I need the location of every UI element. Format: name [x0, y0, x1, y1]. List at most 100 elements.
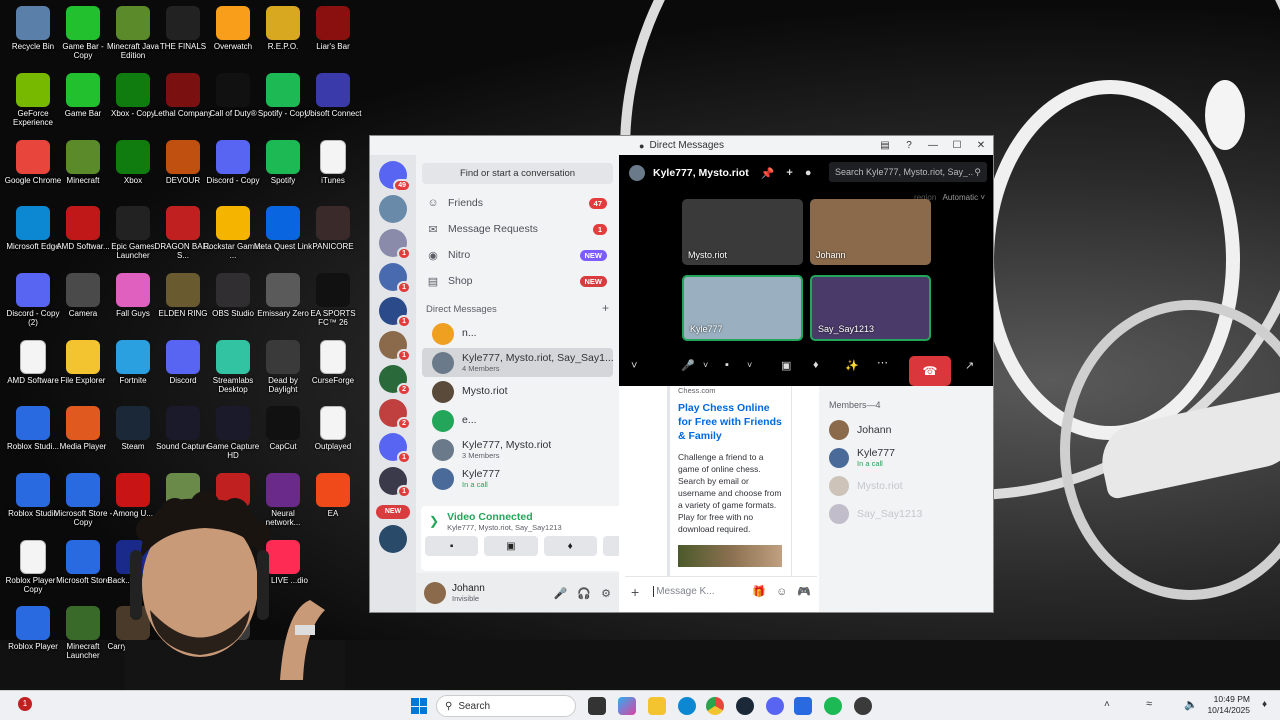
add-friends-icon[interactable]: + — [786, 167, 792, 179]
member-row[interactable]: Say_Say1213 — [819, 500, 993, 528]
desktop-icon[interactable]: Fortnite — [106, 340, 160, 385]
windows-start-icon[interactable] — [411, 698, 427, 714]
desktop-icon[interactable]: File Explorer — [56, 340, 110, 385]
members-icon[interactable]: ● — [805, 167, 812, 179]
more-icon[interactable]: ⋯ — [877, 356, 888, 369]
create-dm-button[interactable]: + — [602, 302, 609, 315]
video-tile[interactable]: Kyle777 — [682, 275, 803, 341]
desktop-icon[interactable]: Minecraft Java Edition — [106, 6, 160, 60]
desktop-icon[interactable]: DRAGON BALL S... — [155, 206, 211, 260]
gear-icon[interactable]: ⚙ — [601, 587, 611, 600]
desktop-icon[interactable]: Fall Guys — [106, 273, 160, 318]
pin-icon[interactable]: 📌 — [761, 167, 775, 180]
copilot-icon[interactable] — [618, 697, 636, 715]
chevron-up-icon[interactable]: ˄ — [1104, 699, 1110, 710]
chevron-down-icon[interactable]: ˅ — [747, 360, 752, 370]
nav-item-shop[interactable]: ▤ Shop NEW — [416, 268, 619, 294]
nav-item-friends[interactable]: ☺ Friends 47 — [416, 190, 619, 216]
desktop-icon[interactable]: Microsoft Store - Copy — [54, 473, 112, 527]
server-icon[interactable]: 1 — [379, 263, 411, 294]
server-icon[interactable]: 1 — [379, 297, 411, 328]
emoji-icon[interactable]: ☺ — [776, 586, 787, 598]
desktop-icon[interactable]: Discord - Copy (2) — [6, 273, 60, 327]
maximize-button[interactable]: ☐ — [945, 136, 969, 155]
member-row[interactable]: Mysto.riot — [819, 472, 993, 500]
desktop-icon[interactable]: Minecraft — [56, 140, 110, 185]
screen-share-icon[interactable]: ▣ — [781, 359, 791, 372]
discord-home-icon[interactable]: 49 — [379, 161, 411, 192]
desktop-icon[interactable]: Spotify — [256, 140, 310, 185]
desktop-icon[interactable]: DEVOUR — [156, 140, 210, 185]
find-conversation-button[interactable]: Find or start a conversation — [422, 163, 613, 184]
desktop-icon[interactable]: Minecraft Launcher — [56, 606, 110, 660]
notification-bell-icon[interactable]: ♦ — [1262, 699, 1267, 710]
nav-item-message-requests[interactable]: ✉ Message Requests 1 — [416, 216, 619, 242]
server-icon[interactable] — [379, 195, 407, 223]
desktop-icon[interactable]: Roblox Studi... — [6, 406, 60, 451]
desktop-icon[interactable]: Xbox - Copy — [106, 73, 160, 118]
speaker-icon[interactable]: 🔈 — [1184, 698, 1198, 711]
desktop-icon[interactable]: CapCut — [256, 406, 310, 451]
camera-off-icon[interactable]: ▪ — [725, 359, 729, 371]
desktop-icon[interactable]: Rockstar Games ... — [203, 206, 263, 260]
desktop-icon[interactable]: Ubisoft Connect — [305, 73, 361, 118]
gift-icon[interactable]: 🎁 — [752, 585, 766, 598]
desktop-icon[interactable]: OBS Studio — [206, 273, 260, 318]
add-attachment-icon[interactable]: + — [631, 584, 639, 600]
embed-title-link[interactable]: Play Chess Online for Free with Friends … — [678, 401, 783, 443]
desktop-icon[interactable]: Overwatch — [206, 6, 260, 51]
desktop-icon[interactable]: Camera — [56, 273, 110, 318]
desktop-icon[interactable]: Game Capture HD — [206, 406, 260, 460]
server-icon[interactable]: 1 — [379, 229, 411, 260]
dm-row[interactable]: Kyle777 In a call — [422, 464, 613, 493]
task-view-icon[interactable] — [588, 697, 606, 715]
desktop-icon[interactable]: Game Bar - Copy — [56, 6, 110, 60]
desktop-icon[interactable]: Meta Quest Link — [254, 206, 312, 251]
desktop-icon[interactable]: Streamlabs Desktop — [206, 340, 260, 394]
minimize-button[interactable]: — — [921, 136, 945, 155]
chevron-down-icon[interactable]: ˅ — [631, 360, 637, 372]
wifi-icon[interactable]: ≈ — [1146, 698, 1152, 710]
desktop-icon[interactable]: GeForce Experience — [6, 73, 60, 127]
steam-icon[interactable] — [736, 697, 754, 715]
microphone-icon[interactable]: 🎤 — [681, 359, 695, 372]
server-icon[interactable] — [379, 525, 407, 553]
dm-row[interactable]: e... — [422, 406, 613, 435]
desktop-icon[interactable]: Steam — [106, 406, 160, 451]
desktop-icon[interactable]: EA SPORTS FC™ 26 — [306, 273, 360, 327]
desktop-icon[interactable]: Discord - Copy — [206, 140, 260, 185]
desktop-icon[interactable]: AMD Softwar... — [56, 206, 110, 251]
camera-off-button[interactable]: ▪ — [425, 536, 479, 556]
game-icon[interactable]: 🎮 — [797, 585, 811, 598]
activity-icon[interactable]: ♦ — [813, 359, 819, 371]
server-icon[interactable]: 2 — [379, 399, 411, 430]
inbox-icon[interactable]: ▤ — [873, 136, 897, 155]
screen-share-button[interactable]: ▣ — [484, 536, 538, 556]
desktop-icon[interactable]: PANICORE — [306, 206, 360, 251]
notification-badge[interactable]: 1 — [18, 697, 32, 711]
dm-row[interactable]: Kyle777, Mysto.riot, Say_Say1... 4 Member… — [422, 348, 614, 377]
desktop-icon[interactable]: CurseForge — [306, 340, 360, 385]
desktop-icon[interactable]: Emissary Zero — [256, 273, 310, 318]
desktop-icon[interactable]: Microsoft Edge — [6, 206, 60, 251]
close-button[interactable]: ✕ — [969, 136, 993, 155]
desktop-icon[interactable]: Game Bar — [56, 73, 110, 118]
popout-icon[interactable]: ↗ — [965, 359, 974, 372]
embed-image[interactable] — [678, 545, 782, 567]
desktop-icon[interactable]: AMD Software — [6, 340, 60, 385]
taskbar-clock[interactable]: 10:49 PM 10/14/2025 — [1207, 694, 1250, 716]
desktop-icon[interactable]: Recycle Bin — [6, 6, 60, 51]
desktop-icon[interactable]: R.E.P.O. — [256, 6, 310, 51]
desktop-icon[interactable]: Media Player — [56, 406, 110, 451]
headphones-icon[interactable]: 🎧 — [577, 587, 591, 600]
help-icon[interactable]: ? — [897, 136, 921, 155]
dm-row[interactable]: Mysto.riot — [422, 377, 613, 406]
soundboard-icon[interactable]: ✨ — [845, 359, 859, 372]
message-input[interactable]: Message K... — [653, 586, 715, 597]
server-icon[interactable]: 1 — [379, 467, 411, 498]
desktop-icon[interactable]: Xbox — [106, 140, 160, 185]
desktop-icon[interactable]: iTunes — [306, 140, 360, 185]
desktop-icon[interactable]: Roblox Player - Copy — [6, 540, 60, 594]
server-icon[interactable]: 1 — [379, 331, 411, 362]
edge-icon[interactable] — [678, 697, 696, 715]
